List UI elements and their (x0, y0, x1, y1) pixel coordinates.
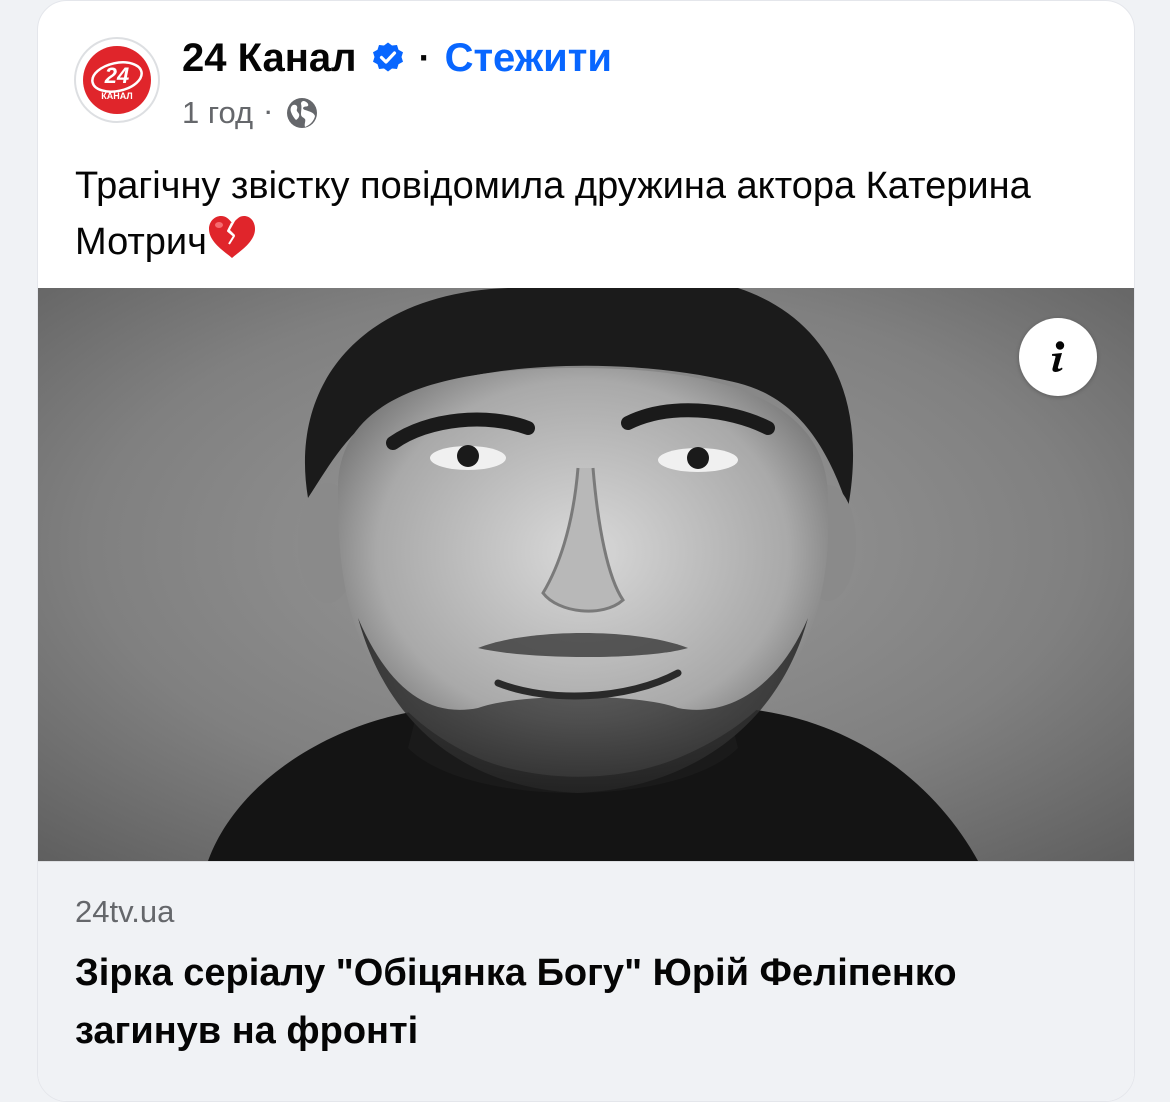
page-avatar[interactable]: 24 КАНАЛ (74, 37, 160, 123)
post-header-title: 24 Канал · Стежити (182, 35, 612, 81)
svg-text:24: 24 (104, 63, 129, 88)
portrait-photo (38, 288, 1134, 861)
header-separator: · (418, 37, 431, 78)
post-image[interactable] (38, 288, 1134, 861)
post-meta: 1 год · (182, 93, 320, 133)
meta-separator: · (265, 100, 273, 125)
svg-text:КАНАЛ: КАНАЛ (101, 91, 132, 101)
page-name-link[interactable]: 24 Канал (182, 36, 357, 81)
verified-badge-icon (372, 42, 403, 72)
broken-heart-icon (208, 216, 255, 258)
link-preview[interactable]: 24tv.ua Зірка серіалу "Обіцянка Богу" Юр… (38, 861, 1134, 1101)
post-timestamp[interactable]: 1 год (182, 95, 253, 131)
link-domain: 24tv.ua (75, 894, 175, 929)
channel-24-logo: 24 КАНАЛ (83, 46, 151, 114)
info-icon (1052, 341, 1065, 372)
follow-button[interactable]: Стежити (445, 36, 612, 81)
post-message: Трагічну звістку повідомила дружина акто… (75, 158, 1105, 270)
globe-icon[interactable] (284, 95, 320, 131)
image-info-button[interactable] (1019, 318, 1097, 396)
post-card: 24 КАНАЛ 24 Канал · Стежити 1 год · Траг… (37, 0, 1135, 1102)
link-title[interactable]: Зірка серіалу "Обіцянка Богу" Юрій Феліп… (75, 944, 1085, 1060)
